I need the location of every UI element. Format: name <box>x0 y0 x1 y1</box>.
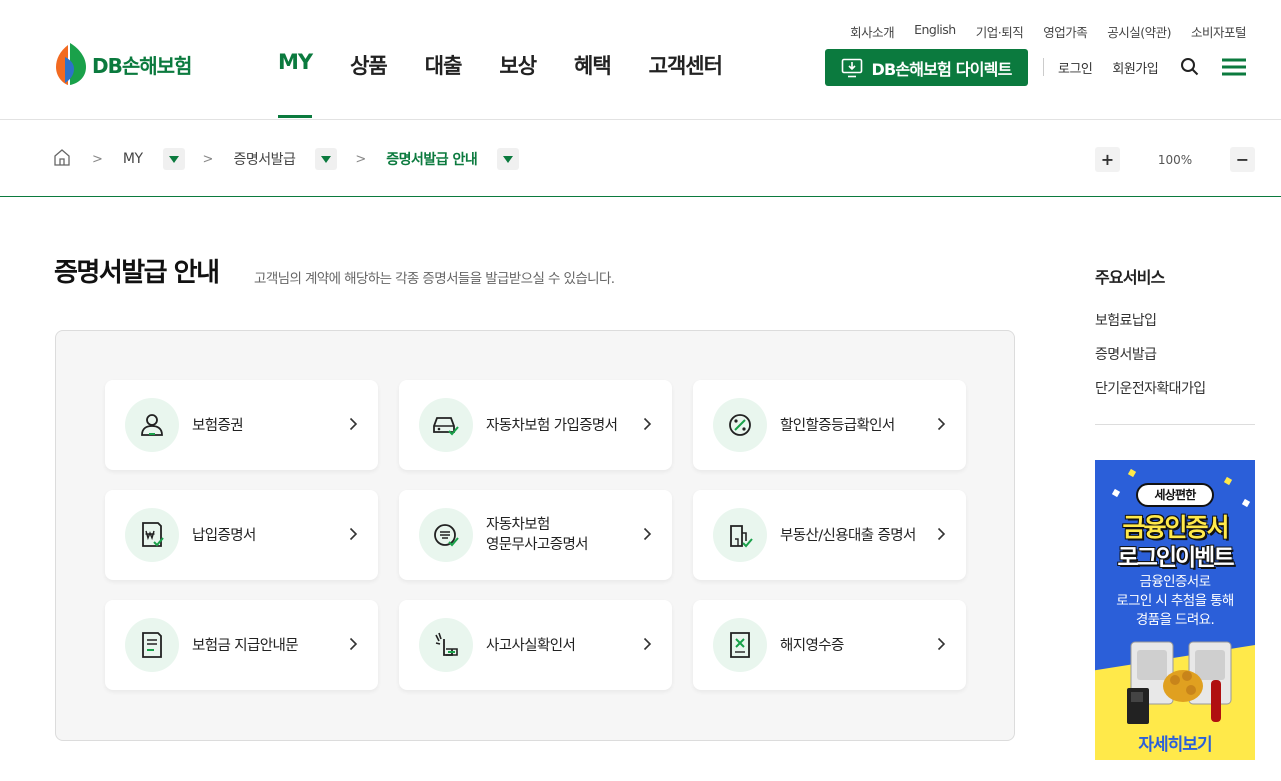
chevron-right-icon <box>643 416 652 435</box>
person-icon <box>125 398 179 452</box>
banner-description: 금융인증서로 로그인 시 추첨을 통해 경품을 드려요. <box>1116 574 1234 628</box>
nav-claims[interactable]: 보상 <box>499 50 537 120</box>
won-document-icon <box>125 508 179 562</box>
card-claim-payment-notice[interactable]: 보험금 지급안내문 <box>105 600 378 690</box>
direct-button-label: DB손해보험 다이렉트 <box>871 59 1012 79</box>
chevron-right-icon <box>349 526 358 545</box>
page-subtitle: 고객님의 계약에 해당하는 각종 증명서들을 발급받으실 수 있습니다. <box>254 271 615 287</box>
card-policy[interactable]: 보험증권 <box>105 380 378 470</box>
nav-loans[interactable]: 대출 <box>425 50 463 120</box>
nav-benefits[interactable]: 혜택 <box>574 50 612 120</box>
chevron-right-icon: > <box>92 151 103 167</box>
site-header: DB손해보험 회사소개 English 기업·퇴직 영업가족 공시실(약관) 소… <box>0 0 1281 120</box>
card-label: 자동차보험 영문무사고증명서 <box>486 517 589 553</box>
card-loan-certificate[interactable]: 부동산/신용대출 증명서 <box>693 490 966 580</box>
util-link-english[interactable]: English <box>914 22 956 41</box>
chevron-right-icon <box>349 636 358 655</box>
chevron-right-icon: > <box>202 151 214 167</box>
side-divider <box>1095 424 1255 425</box>
card-label: 해지영수증 <box>780 638 844 654</box>
card-label: 자동차보험 가입증명서 <box>486 418 618 434</box>
confetti-decoration <box>1127 468 1137 478</box>
direct-button[interactable]: DB손해보험 다이렉트 <box>825 49 1028 86</box>
card-label: 보험금 지급안내문 <box>192 638 299 654</box>
card-label: 납입증명서 <box>192 528 256 544</box>
chevron-right-icon <box>643 526 652 545</box>
event-banner[interactable]: 세상편한 금융인증서 로그인이벤트 금융인증서로 로그인 시 추첨을 통해 경품… <box>1095 460 1255 760</box>
main-nav: MY 상품 대출 보상 혜택 고객센터 <box>278 50 760 120</box>
card-payment[interactable]: 납입증명서 <box>105 490 378 580</box>
util-link-disclosure[interactable]: 공시실(약관) <box>1107 22 1171 41</box>
util-link-corporate[interactable]: 기업·퇴직 <box>976 22 1024 41</box>
hamburger-menu-icon[interactable] <box>1222 58 1246 80</box>
breadcrumb-current: 증명서발급 안내 <box>386 152 478 168</box>
confetti-decoration <box>1241 498 1251 508</box>
car-accident-icon <box>419 618 473 672</box>
card-no-accident[interactable]: 자동차보험 영문무사고증명서 <box>399 490 672 580</box>
confetti-decoration <box>1223 476 1233 486</box>
no-accident-icon <box>419 508 473 562</box>
login-link[interactable]: 로그인 <box>1058 58 1093 77</box>
util-link-consumer[interactable]: 소비자포털 <box>1191 22 1247 41</box>
breadcrumb-certificates[interactable]: 증명서발급 <box>233 149 295 169</box>
card-label: 사고사실확인서 <box>486 638 576 654</box>
zoom-level: 100% <box>1157 152 1193 167</box>
db-logo-icon <box>56 43 86 85</box>
receipt-x-icon <box>713 618 767 672</box>
prize-products-image <box>1127 641 1232 724</box>
chevron-right-icon: > <box>355 151 367 167</box>
util-link-company[interactable]: 회사소개 <box>850 22 895 41</box>
side-link-short-term-driver[interactable]: 단기운전자확대가입 <box>1095 378 1206 398</box>
monitor-download-icon <box>842 58 863 77</box>
chevron-right-icon <box>349 416 358 435</box>
card-label: 부동산/신용대출 증명서 <box>780 528 916 544</box>
util-link-sales[interactable]: 영업가족 <box>1043 22 1088 41</box>
page-title: 증명서발급 안내 <box>54 258 220 288</box>
card-label: 보험증권 <box>192 418 244 434</box>
brand-logo[interactable]: DB손해보험 <box>54 43 192 85</box>
breadcrumb-my[interactable]: MY <box>123 151 143 167</box>
confetti-decoration <box>1111 488 1121 498</box>
breadcrumb-dropdown-current[interactable] <box>497 148 520 170</box>
nav-customer-center[interactable]: 고객센터 <box>649 50 723 120</box>
side-link-premium-payment[interactable]: 보험료납입 <box>1095 310 1157 330</box>
nav-my[interactable]: MY <box>278 50 313 120</box>
breadcrumb-bar: > MY > 증명서발급 > 증명서발급 안내 <box>0 120 1281 197</box>
nav-products[interactable]: 상품 <box>350 50 388 120</box>
card-discount-grade[interactable]: 할인할증등급확인서 <box>693 380 966 470</box>
zoom-out-button[interactable]: − <box>1230 147 1255 172</box>
breadcrumb: > MY > 증명서발급 > 증명서발급 안내 <box>54 148 537 170</box>
certificate-panel: 보험증권 자동차보험 가입증명서 할인할증등급확인서 납입증명서 자동차보험 영… <box>55 330 1015 741</box>
brand-name: DB손해보험 <box>92 53 192 78</box>
search-icon[interactable] <box>1180 57 1199 80</box>
card-auto-enrollment[interactable]: 자동차보험 가입증명서 <box>399 380 672 470</box>
car-check-icon <box>419 398 473 452</box>
side-link-certificates[interactable]: 증명서발급 <box>1095 344 1157 364</box>
banner-headline-2: 로그인이벤트 <box>1117 545 1235 571</box>
chevron-right-icon <box>937 416 946 435</box>
document-list-icon <box>125 618 179 672</box>
header-divider <box>1043 58 1044 76</box>
breadcrumb-dropdown-certificates[interactable] <box>315 148 338 170</box>
card-termination-receipt[interactable]: 해지영수증 <box>693 600 966 690</box>
chevron-right-icon <box>643 636 652 655</box>
signup-link[interactable]: 회원가입 <box>1112 58 1158 77</box>
banner-pill: 세상편한 <box>1136 483 1214 507</box>
card-accident-confirmation[interactable]: 사고사실확인서 <box>399 600 672 690</box>
card-label: 할인할증등급확인서 <box>780 418 895 434</box>
side-services-title: 주요서비스 <box>1095 268 1165 287</box>
zoom-in-button[interactable]: + <box>1095 147 1120 172</box>
utility-nav: 회사소개 English 기업·퇴직 영업가족 공시실(약관) 소비자포털 <box>850 22 1246 41</box>
banner-cta[interactable]: 자세히보기 <box>1095 730 1255 755</box>
breadcrumb-dropdown-my[interactable] <box>162 148 185 170</box>
chevron-right-icon <box>937 636 946 655</box>
home-icon[interactable] <box>54 148 70 170</box>
auth-links: 로그인 회원가입 <box>1058 58 1159 77</box>
building-check-icon <box>713 508 767 562</box>
chevron-right-icon <box>937 526 946 545</box>
percent-badge-icon <box>713 398 767 452</box>
zoom-control: + 100% − <box>1095 147 1255 172</box>
